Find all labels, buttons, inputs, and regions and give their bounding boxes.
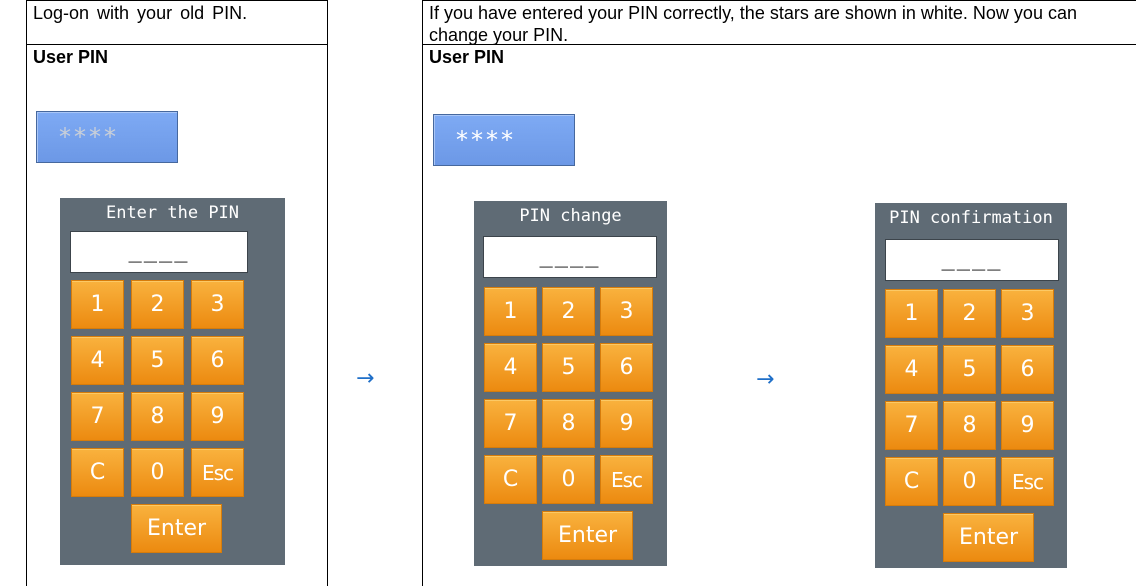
- key-1[interactable]: 1: [885, 289, 938, 338]
- right-content-cell: User PIN **** PIN change ____ 123456789C…: [422, 44, 1136, 586]
- key-4[interactable]: 4: [71, 336, 124, 385]
- key-3[interactable]: 3: [600, 287, 653, 336]
- key-0[interactable]: 0: [943, 457, 996, 506]
- left-content-cell: User PIN **** Enter the PIN ____ 123 456 7…: [26, 44, 328, 586]
- escape-key[interactable]: Esc: [191, 448, 244, 497]
- clear-key[interactable]: C: [484, 455, 537, 504]
- escape-key[interactable]: Esc: [600, 455, 653, 504]
- pin-stars: ****: [59, 123, 119, 151]
- key-9[interactable]: 9: [191, 392, 244, 441]
- right-caption: If you have entered your PIN correctly, …: [429, 3, 1077, 45]
- clear-key[interactable]: C: [885, 457, 938, 506]
- user-pin-display[interactable]: ****: [36, 111, 178, 163]
- user-pin-display[interactable]: ****: [433, 114, 575, 166]
- left-caption-cell: Log-on with your old PIN.: [26, 0, 328, 45]
- key-0[interactable]: 0: [542, 455, 595, 504]
- enter-pin-keypad: Enter the PIN ____ 1 2 3 4 5 6 7 8 9 C 0 Esc Enter: [60, 198, 285, 565]
- enter-key[interactable]: Enter: [542, 511, 633, 560]
- key-7[interactable]: 7: [71, 392, 124, 441]
- pin-entry-field[interactable]: ____: [483, 236, 657, 278]
- key-8[interactable]: 8: [131, 392, 184, 441]
- pin-change-keypad: PIN change ____ 1 2 3 4 5 6 7 8 9 C 0 Esc Enter: [474, 201, 667, 566]
- key-2[interactable]: 2: [943, 289, 996, 338]
- key-2[interactable]: 2: [131, 280, 184, 329]
- user-pin-label: User PIN: [33, 47, 109, 67]
- key-2[interactable]: 2: [542, 287, 595, 336]
- key-3[interactable]: 3: [1001, 289, 1054, 338]
- pin-stars: ****: [456, 126, 516, 154]
- key-6[interactable]: 6: [1001, 345, 1054, 394]
- escape-key[interactable]: Esc: [1001, 457, 1054, 506]
- key-6[interactable]: 6: [191, 336, 244, 385]
- enter-key[interactable]: Enter: [943, 513, 1034, 562]
- key-3[interactable]: 3: [191, 280, 244, 329]
- key-9[interactable]: 9: [600, 399, 653, 448]
- key-4[interactable]: 4: [484, 343, 537, 392]
- clear-key[interactable]: C: [71, 448, 124, 497]
- key-4[interactable]: 4: [885, 345, 938, 394]
- key-5[interactable]: 5: [542, 343, 595, 392]
- keypad-title: Enter the PIN: [105, 203, 240, 223]
- user-pin-label: User PIN: [429, 47, 505, 67]
- key-8[interactable]: 8: [943, 401, 996, 450]
- keypad-title: PIN change: [519, 206, 622, 226]
- keypad-title: PIN confirmation: [889, 208, 1053, 228]
- key-0[interactable]: 0: [131, 448, 184, 497]
- pin-entry-field[interactable]: ____: [70, 231, 248, 273]
- key-5[interactable]: 5: [131, 336, 184, 385]
- left-caption: Log-on with your old PIN.: [33, 3, 248, 23]
- arrow-icon: →: [356, 366, 375, 391]
- arrow-icon: →: [756, 367, 775, 392]
- pin-entry-field[interactable]: ____: [885, 239, 1059, 281]
- key-5[interactable]: 5: [943, 345, 996, 394]
- pin-confirmation-keypad: PIN confirmation ____ 1 2 3 4 5 6 7 8 9 C 0 Esc Ente…: [875, 203, 1067, 568]
- right-caption-cell: If you have entered your PIN correctly, …: [422, 0, 1136, 45]
- key-8[interactable]: 8: [542, 399, 595, 448]
- key-6[interactable]: 6: [600, 343, 653, 392]
- enter-key[interactable]: Enter: [131, 504, 222, 553]
- key-1[interactable]: 1: [71, 280, 124, 329]
- key-7[interactable]: 7: [885, 401, 938, 450]
- key-9[interactable]: 9: [1001, 401, 1054, 450]
- key-1[interactable]: 1: [484, 287, 537, 336]
- key-7[interactable]: 7: [484, 399, 537, 448]
